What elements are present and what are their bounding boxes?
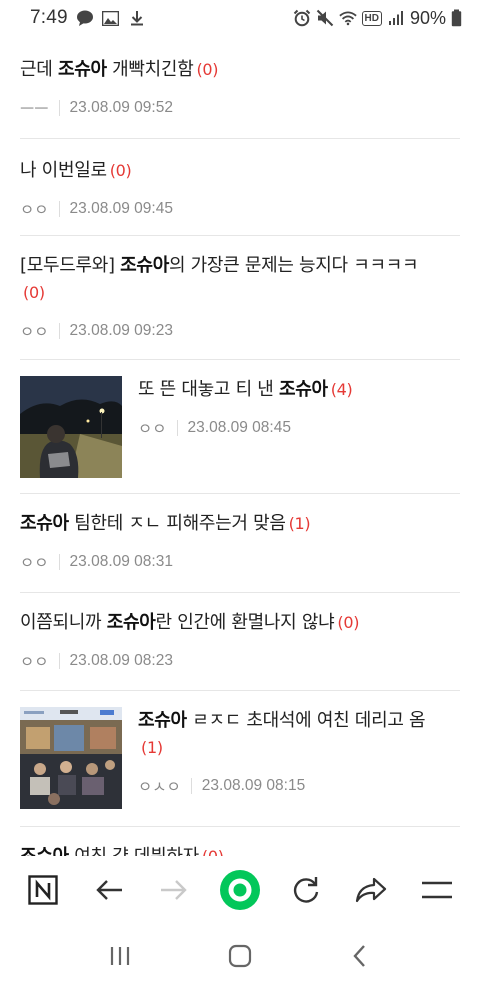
back-arrow-icon[interactable]	[85, 866, 133, 914]
divider	[176, 420, 178, 436]
thumbnail-night-photo[interactable]	[20, 376, 122, 478]
highlight-keyword: 조슈아	[278, 379, 328, 400]
item-title[interactable]: 조슈아 팀한테 ㅈㄴ 피해주는거 맞음 (1)	[20, 510, 460, 537]
menu-icon[interactable]	[413, 866, 461, 914]
post-date: 23.08.09 08:31	[69, 553, 173, 570]
highlight-keyword: 조슈아	[57, 59, 107, 80]
item-title[interactable]: 조슈아 ㄹㅈㄷ 초대석에 여친 데리고 옴 (1)	[138, 707, 460, 761]
item-title[interactable]: [모두드루와] 조슈아의 가장큰 문제는 능지다 ㅋㅋㅋㅋ (0)	[20, 252, 460, 306]
image-icon	[102, 9, 120, 27]
thumbnail-stadium-photo[interactable]	[20, 707, 122, 809]
highlight-keyword: 조슈아	[138, 710, 187, 731]
author: ㅇㅇ	[20, 654, 49, 671]
list-item[interactable]: 이쯤되니까 조슈아란 인간에 환멸나지 않냐 (0) ㅇㅇ 23.08.09 08:…	[20, 593, 460, 691]
battery-percent: 90%	[409, 7, 446, 28]
post-date: 23.08.09 08:45	[187, 419, 291, 436]
comment-count[interactable]: (0)	[196, 60, 218, 79]
item-meta: ㅇㅇ 23.08.09 09:45	[20, 198, 460, 220]
divider	[190, 778, 192, 794]
article-feed[interactable]: 근데 조슈아 개빡치긴함 (0) ㅡㅡ 23.08.09 09:52 나 이번일로(…	[0, 36, 480, 856]
comment-count[interactable]: (0)	[110, 161, 132, 180]
share-icon[interactable]	[347, 866, 395, 914]
item-title[interactable]: 또 뜬 대놓고 티 낸 조슈아 (4)	[138, 376, 460, 403]
hd-badge: HD	[361, 10, 382, 26]
item-meta: ㅇㅅㅇ 23.08.09 08:15	[138, 775, 460, 797]
comment-count[interactable]: (1)	[141, 738, 163, 757]
item-title[interactable]: 근데 조슈아 개빡치긴함 (0)	[20, 56, 460, 83]
comment-count[interactable]: (0)	[337, 613, 359, 632]
battery-icon	[451, 9, 462, 27]
author: ㅡㅡ	[20, 101, 49, 118]
list-item[interactable]: 나 이번일로 (0) ㅇㅇ 23.08.09 09:45	[20, 139, 460, 236]
author: ㅇㅇ	[20, 202, 49, 219]
divider	[58, 100, 60, 116]
item-title[interactable]: 조슈아 여친 걍 데뷔하자(0)	[20, 843, 460, 856]
item-meta: ㅇㅇ 23.08.09 08:31	[20, 551, 460, 573]
list-item[interactable]: 근데 조슈아 개빡치긴함 (0) ㅡㅡ 23.08.09 09:52	[20, 36, 460, 139]
comment-count[interactable]: (4)	[331, 380, 353, 399]
chat-bubble-icon	[76, 9, 94, 27]
highlight-keyword: 조슈아	[120, 255, 169, 276]
divider	[58, 554, 60, 570]
item-content[interactable]: 조슈아 ㄹㅈㄷ 초대석에 여친 데리고 옴 (1) ㅇㅅㅇ 23.08.09 08:…	[138, 707, 460, 797]
green-record-icon[interactable]	[216, 866, 264, 914]
list-item[interactable]: 조슈아 팀한테 ㅈㄴ 피해주는거 맞음 (1) ㅇㅇ 23.08.09 08:31	[20, 494, 460, 593]
download-icon	[128, 9, 146, 27]
author: ㅇㅅㅇ	[138, 779, 181, 796]
refresh-icon[interactable]	[282, 866, 330, 914]
back-icon[interactable]	[340, 936, 380, 976]
signal-icon	[387, 9, 405, 27]
list-item[interactable]: 조슈아 ㄹㅈㄷ 초대석에 여친 데리고 옴 (1) ㅇㅅㅇ 23.08.09 08:…	[20, 691, 460, 827]
item-title[interactable]: 나 이번일로 (0)	[20, 157, 460, 184]
item-content[interactable]: 또 뜬 대놓고 티 낸 조슈아 (4) ㅇㅇ 23.08.09 08:45	[138, 376, 460, 439]
author: ㅇㅇ	[20, 555, 49, 572]
divider	[58, 323, 60, 339]
item-meta: ㅇㅇ 23.08.09 09:23	[20, 320, 460, 342]
comment-count[interactable]: (0)	[23, 283, 45, 302]
naver-home-icon[interactable]	[19, 866, 67, 914]
highlight-keyword: 조슈아	[20, 846, 69, 856]
system-navigation-bar	[0, 924, 480, 987]
post-date: 23.08.09 08:23	[69, 652, 173, 669]
comment-count[interactable]: (1)	[289, 514, 311, 533]
status-bar: 7:49 HD 90%	[0, 0, 480, 36]
item-meta: ㅇㅇ 23.08.09 08:45	[138, 417, 460, 439]
list-item[interactable]: 조슈아 여친 걍 데뷔하자(0)	[20, 827, 460, 856]
author: ㅇㅇ	[20, 324, 49, 341]
item-meta: ㅡㅡ 23.08.09 09:52	[20, 97, 460, 119]
list-item[interactable]: [모두드루와] 조슈아의 가장큰 문제는 능지다 ㅋㅋㅋㅋ (0) ㅇㅇ 23.08…	[20, 236, 460, 360]
home-icon[interactable]	[220, 936, 260, 976]
browser-toolbar	[0, 856, 480, 924]
divider	[58, 201, 60, 217]
item-meta: ㅇㅇ 23.08.09 08:23	[20, 650, 460, 672]
list-item[interactable]: 또 뜬 대놓고 티 낸 조슈아 (4) ㅇㅇ 23.08.09 08:45	[20, 360, 460, 494]
highlight-keyword: 조슈아	[106, 612, 156, 633]
post-date: 23.08.09 09:45	[69, 200, 173, 217]
author: ㅇㅇ	[138, 421, 167, 438]
divider	[58, 653, 60, 669]
alarm-icon	[293, 9, 311, 27]
item-title[interactable]: 이쯤되니까 조슈아란 인간에 환멸나지 않냐 (0)	[20, 609, 460, 636]
forward-arrow-icon[interactable]	[150, 866, 198, 914]
wifi-icon	[338, 9, 357, 27]
highlight-keyword: 조슈아	[20, 513, 69, 534]
mute-icon	[316, 9, 334, 27]
post-date: 23.08.09 09:52	[69, 99, 173, 116]
status-time: 7:49	[30, 7, 68, 28]
post-date: 23.08.09 08:15	[201, 777, 306, 794]
post-date: 23.08.09 09:23	[69, 322, 173, 339]
recent-apps-icon[interactable]	[100, 936, 140, 976]
comment-count[interactable]: (0)	[202, 847, 224, 856]
